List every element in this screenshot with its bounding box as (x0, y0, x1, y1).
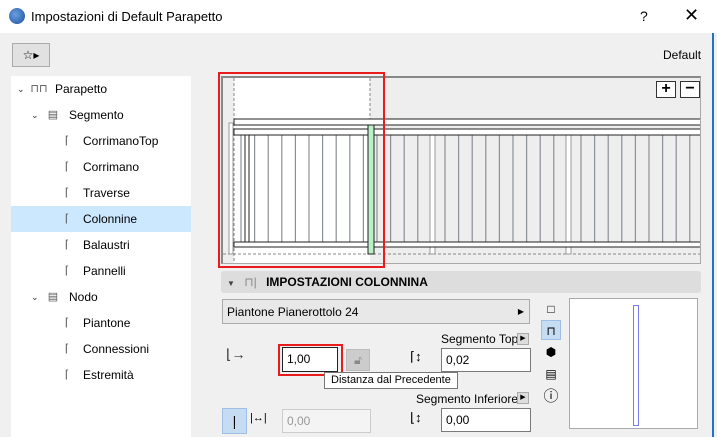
railing-part-icon: ⌈ (64, 161, 70, 173)
tree-item-label: Estremità (83, 368, 134, 382)
railing-part-icon: ⌈ (64, 239, 70, 251)
railing-part-icon: ⌈ (64, 265, 70, 277)
post (429, 129, 436, 255)
tree-item[interactable]: ⌈ Corrimano (11, 154, 191, 180)
top-offset-icon: ⌈↕ (410, 349, 422, 364)
tree-item[interactable]: ⌄ ▤ Nodo (11, 284, 191, 310)
profile-value: Piantone Pianerottolo 24 (227, 305, 359, 319)
distributed-post-button[interactable]: |↔| (250, 412, 267, 424)
default-label: Default (663, 48, 702, 62)
spacing-input: 0,00 (282, 409, 371, 433)
tree-item[interactable]: ⌈ Balaustri (11, 232, 191, 258)
railing-part-icon: ⊓⊓ (30, 83, 48, 95)
tree-item-label: Colonnine (83, 212, 138, 226)
title-bar: Impostazioni di Default Parapetto ? ✕ (0, 0, 717, 33)
tree-item[interactable]: ⌈ Colonnine (11, 206, 191, 232)
post-icon: ⊓| (244, 275, 257, 289)
help-button[interactable]: ? (640, 8, 648, 24)
railing-part-icon: ▤ (47, 109, 59, 121)
chevron-down-icon[interactable]: ⌄ (31, 102, 43, 128)
favorites-button[interactable]: ☆▸ (12, 43, 50, 67)
bottom-ref-arrow[interactable]: ▶ (517, 392, 529, 404)
tree-item-label: CorrimanoTop (83, 134, 159, 148)
post (565, 129, 572, 255)
highlight-frame (218, 72, 385, 268)
railing-part-icon: ⌈ (64, 187, 70, 199)
tree-item[interactable]: ⌈ CorrimanoTop (11, 128, 191, 154)
post-preview (569, 298, 698, 429)
top-ref-label: Segmento Top (441, 332, 519, 346)
section-view-icon[interactable]: ▤ (541, 364, 561, 384)
bottom-offset-icon: ⌊↕ (410, 410, 422, 425)
tree-item[interactable]: ⌈ Estremità (11, 362, 191, 388)
top-offset-input[interactable]: 0,02 (441, 348, 531, 372)
tree-item-label: Balaustri (83, 238, 130, 252)
tree-item-label: Segmento (69, 108, 124, 122)
tree-item-label: Parapetto (55, 82, 108, 96)
section-title: IMPOSTAZIONI COLONNINA (266, 275, 428, 289)
tree-item-label: Pannelli (83, 264, 126, 278)
tree-item-label: Connessioni (83, 342, 150, 356)
window-title: Impostazioni di Default Parapetto (31, 9, 223, 24)
app-icon (9, 8, 25, 24)
info-icon[interactable]: ⓘ (541, 387, 561, 407)
chevron-down-icon[interactable]: ⌄ (17, 76, 29, 102)
3d-view-icon[interactable]: ⬢ (541, 342, 561, 362)
tree-item[interactable]: ⌈ Piantone (11, 310, 191, 336)
section-header[interactable]: ▼ ⊓| IMPOSTAZIONI COLONNINA (221, 271, 701, 293)
tree-item[interactable]: ⌈ Connessioni (11, 336, 191, 362)
elevation-view-icon[interactable]: ⊓ (541, 320, 561, 340)
tree-item[interactable]: ⌈ Traverse (11, 180, 191, 206)
tree-item[interactable]: ⌈ Pannelli (11, 258, 191, 284)
zoom-out-button[interactable]: − (680, 81, 700, 98)
tree-item-label: Corrimano (83, 160, 140, 174)
tree-item-label: Traverse (83, 186, 130, 200)
plan-view-icon[interactable]: □ (541, 299, 561, 319)
railing-part-icon: ⌈ (64, 135, 70, 147)
railing-part-icon: ⌈ (64, 343, 70, 355)
railing-part-icon: ▤ (47, 291, 59, 303)
tooltip: Distanza dal Precedente (324, 372, 458, 389)
tree-item-label: Nodo (69, 290, 98, 304)
post-outline (633, 305, 639, 426)
unlock-icon[interactable]: 🔓︎ (346, 349, 370, 371)
zoom-in-button[interactable]: + (656, 81, 676, 98)
window-edge (712, 33, 714, 437)
close-button[interactable]: ✕ (684, 5, 699, 26)
tree-item[interactable]: ⌄ ▤ Segmento (11, 102, 191, 128)
chevron-down-icon[interactable]: ⌄ (31, 284, 43, 310)
profile-dropdown[interactable]: Piantone Pianerottolo 24 ▶ (222, 299, 530, 324)
bottom-ref-label: Segmento Inferiore (416, 392, 519, 406)
bottom-offset-input[interactable]: 0,00 (441, 408, 531, 432)
tree-item-label: Piantone (83, 316, 131, 330)
chevron-right-icon: ▶ (517, 307, 524, 316)
railing-part-icon: ⌈ (64, 369, 70, 381)
distance-icon: ⌊→ (226, 346, 246, 362)
fixed-post-button[interactable]: | (222, 408, 247, 434)
collapse-triangle-icon: ▼ (227, 279, 235, 288)
railing-part-icon: ⌈ (64, 317, 70, 329)
tree-item[interactable]: ⌄ ⊓⊓ Parapetto (11, 76, 191, 102)
settings-tree: ⌄ ⊓⊓ Parapetto ⌄ ▤ Segmento ⌈ CorrimanoTop ⌈ Corr… (11, 76, 191, 437)
railing-part-icon: ⌈ (64, 213, 70, 225)
top-ref-arrow[interactable]: ▶ (517, 333, 529, 345)
